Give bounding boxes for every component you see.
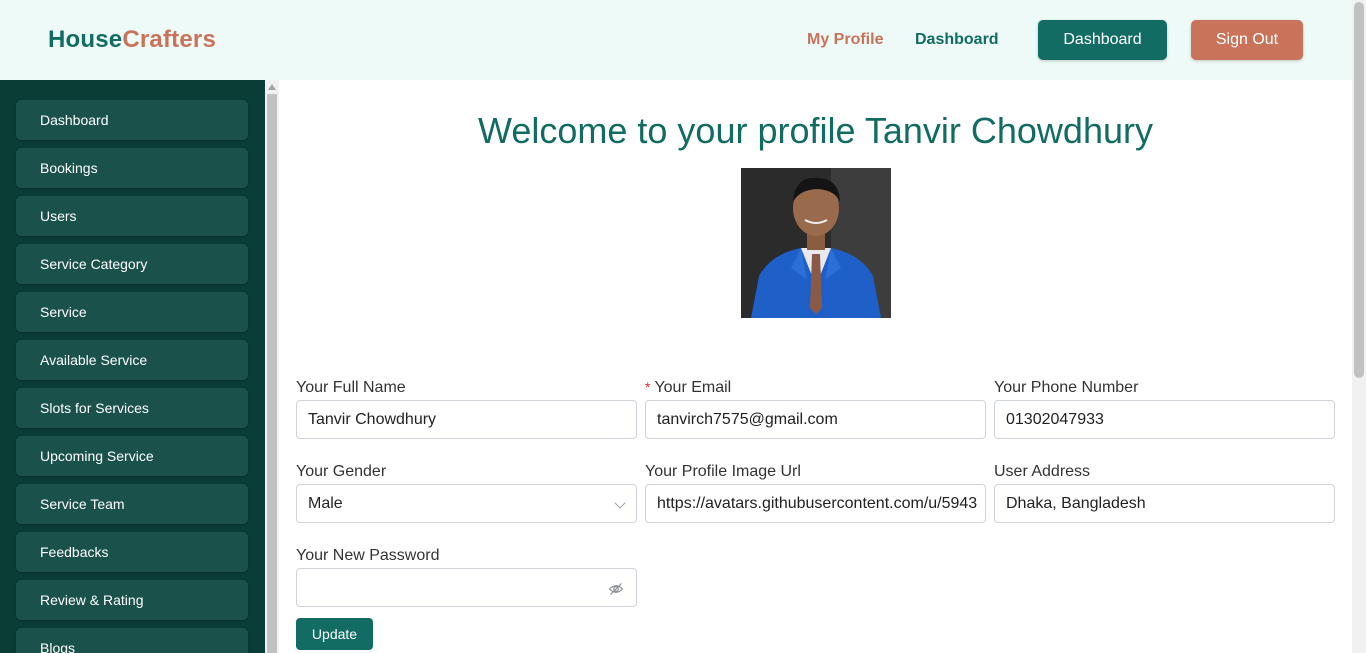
address-value: Dhaka, Bangladesh	[1006, 494, 1146, 512]
nav-link-dashboard[interactable]: Dashboard	[915, 31, 999, 49]
sidebar-item-slots-for-services[interactable]: Slots for Services	[16, 388, 248, 428]
eye-slash-icon[interactable]	[608, 581, 624, 597]
brand-logo[interactable]: HouseCrafters	[48, 26, 216, 54]
email-input[interactable]: tanvirch7575@gmail.com	[645, 400, 986, 439]
scroll-up-arrow-icon[interactable]	[268, 84, 276, 90]
email-label: * Your Email	[645, 379, 731, 397]
full-name-label: Your Full Name	[296, 379, 406, 396]
update-button[interactable]: Update	[296, 618, 373, 650]
full-name-input[interactable]: Tanvir Chowdhury	[296, 400, 637, 439]
gender-select[interactable]: Male	[296, 484, 637, 523]
gender-value: Male	[308, 494, 343, 512]
dashboard-button[interactable]: Dashboard	[1038, 20, 1167, 60]
phone-label: Your Phone Number	[994, 379, 1139, 396]
sidebar-item-service-team[interactable]: Service Team	[16, 484, 248, 524]
required-marker: *	[645, 379, 651, 395]
sidebar-item-blogs[interactable]: Blogs	[16, 628, 248, 653]
new-password-label: Your New Password	[296, 547, 440, 564]
sidebar-scrollbar-thumb[interactable]	[267, 94, 277, 653]
image-url-input[interactable]: https://avatars.githubusercontent.com/u/…	[645, 484, 986, 523]
image-url-label: Your Profile Image Url	[645, 463, 801, 480]
chevron-down-icon	[614, 497, 626, 509]
address-label: User Address	[994, 463, 1091, 480]
phone-value: 01302047933	[1006, 410, 1104, 428]
new-password-input[interactable]	[296, 568, 637, 607]
profile-photo-illustration	[741, 168, 891, 318]
sidebar: Dashboard Bookings Users Service Categor…	[0, 80, 265, 653]
sidebar-item-available-service[interactable]: Available Service	[16, 340, 248, 380]
sidebar-item-upcoming-service[interactable]: Upcoming Service	[16, 436, 248, 476]
sign-out-button[interactable]: Sign Out	[1191, 20, 1303, 60]
page-title: Welcome to your profile Tanvir Chowdhury	[478, 110, 1153, 151]
image-url-value: https://avatars.githubusercontent.com/u/…	[657, 494, 978, 512]
gender-label: Your Gender	[296, 463, 387, 480]
top-navbar: HouseCrafters My Profile Dashboard Dashb…	[0, 0, 1352, 80]
profile-main: Welcome to your profile Tanvir Chowdhury…	[279, 80, 1352, 653]
full-name-value: Tanvir Chowdhury	[308, 410, 437, 428]
sidebar-item-service-category[interactable]: Service Category	[16, 244, 248, 284]
address-input[interactable]: Dhaka, Bangladesh	[994, 484, 1335, 523]
sidebar-item-bookings[interactable]: Bookings	[16, 148, 248, 188]
email-value: tanvirch7575@gmail.com	[657, 410, 838, 428]
logo-text-house: House	[48, 26, 123, 53]
sidebar-item-users[interactable]: Users	[16, 196, 248, 236]
email-label-text: Your Email	[654, 379, 732, 396]
page-scrollbar-thumb[interactable]	[1354, 2, 1364, 378]
profile-photo	[741, 168, 891, 318]
sidebar-scrollbar[interactable]	[265, 80, 279, 653]
sidebar-item-dashboard[interactable]: Dashboard	[16, 100, 248, 140]
phone-input[interactable]: 01302047933	[994, 400, 1335, 439]
sidebar-item-service[interactable]: Service	[16, 292, 248, 332]
sidebar-item-review-rating[interactable]: Review & Rating	[16, 580, 248, 620]
page-scrollbar[interactable]	[1352, 0, 1366, 653]
logo-text-crafters: Crafters	[122, 26, 216, 53]
nav-link-my-profile[interactable]: My Profile	[807, 31, 883, 49]
sidebar-item-feedbacks[interactable]: Feedbacks	[16, 532, 248, 572]
